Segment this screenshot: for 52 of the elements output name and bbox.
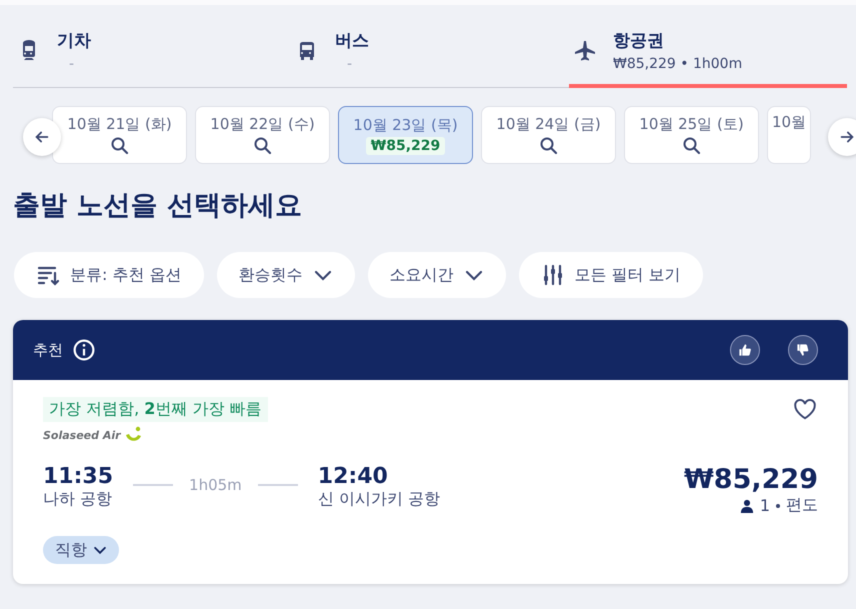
date-label: 10월 25일 (토) [639,114,744,134]
filter-button[interactable]: 환승횟수 [216,252,355,298]
date-label: 10월 23일 (목) [353,116,458,134]
search-icon [682,136,702,156]
thumbs-down-icon [796,343,810,358]
next-button[interactable] [828,118,856,156]
fare-price: ₩85,229 [684,464,818,496]
date-label: 10월 22일 (수) [210,114,315,134]
departure-time: 11:35 [43,464,114,490]
transport-tab[interactable]: 항공권 ₩85,229 • 1h00m [569,11,847,88]
date-label: 10월 21일 (화) [67,114,172,134]
thumbs-down-button[interactable] [788,335,818,366]
date-label: 10월 24일 (금) [496,114,601,134]
trip-type: 편도 [786,495,818,516]
transport-tab[interactable]: 버스 - [291,11,569,88]
person-icon [740,498,754,513]
arrival-time: 12:40 [318,464,389,490]
tab-label: 기차 [57,30,91,52]
page-heading: 출발 노선을 선택하세요 [13,190,303,222]
airline-name: Solaseed Air [43,428,121,442]
filter-button[interactable]: 모든 필터 보기 [518,252,703,298]
date-chip[interactable]: 10월 23일 (목) ₩85,229 [338,106,473,164]
passenger-count: 1 [760,496,770,516]
stops-button[interactable]: 직항 [43,536,119,564]
highlight-tag: 가장 저렴함, 2번째 가장 빠름 [43,396,268,422]
date-chip[interactable]: 10월 [767,106,811,164]
date-label: 10월 [772,113,806,132]
date-price: ₩85,229 [366,136,446,154]
date-chip[interactable]: 10월 21일 (화) [52,106,187,164]
flight-duration: 1h05m [189,476,242,494]
filter-button[interactable]: 분류: 추천 옵션 [14,252,204,298]
tab-summary: - [68,56,76,72]
info-icon[interactable] [73,339,95,362]
date-chip[interactable]: 10월 22일 (수) [195,106,330,164]
filter-button[interactable]: 소요시간 [368,252,506,298]
previous-button[interactable] [23,118,61,156]
tab-summary: - [346,56,354,72]
date-chip[interactable]: 10월 25일 (토) [624,106,759,164]
arrival-airport: 신 이시가키 공항 [318,489,440,510]
search-icon [538,136,558,156]
thumbs-up-button[interactable] [730,335,760,366]
departure-airport: 나하 공항 [43,489,114,510]
plane-icon [573,39,597,63]
tab-label: 항공권 [613,30,665,52]
tab-label: 버스 [335,30,369,52]
transport-tab[interactable]: 기차 - [13,11,291,88]
header-title: 추천 [33,340,63,360]
thumbs-up-icon [738,343,752,358]
search-icon [110,136,130,156]
search-icon [252,136,272,156]
tab-summary: ₩85,229 • 1h00m [613,56,742,72]
date-chip[interactable]: 10월 24일 (금) [481,106,616,164]
